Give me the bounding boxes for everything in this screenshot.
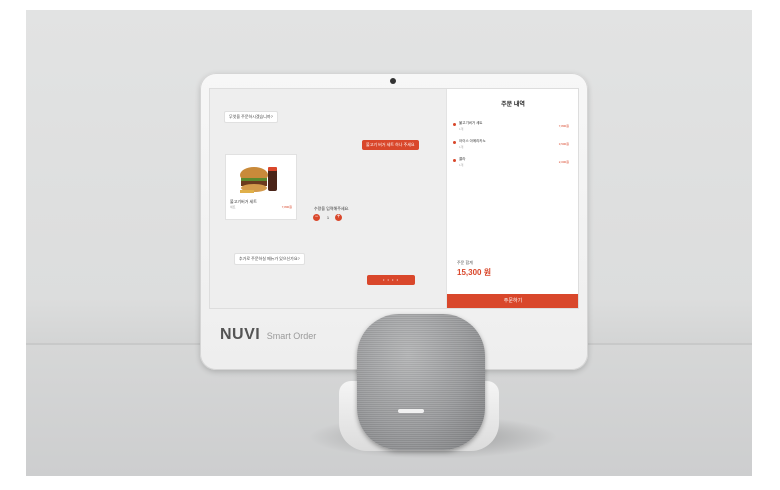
typing-dots: • • • • [383,277,399,282]
product-card[interactable]: 불고기버거 세트 세트 7,800원 [225,154,297,220]
quantity-value: 1 [326,215,330,220]
speaker-light-strip [398,409,424,413]
user-bubble-order: 불고기 버거 세트 하나 주세요 [362,140,419,150]
bullet-icon [453,123,456,126]
assistant-bubble-greeting: 무엇을 주문하시겠습니까? [224,111,278,123]
bullet-icon [453,159,456,162]
brand-subtitle: Smart Order [266,331,317,341]
product-price: 7,800원 [281,205,292,209]
plus-button[interactable]: + [335,214,342,221]
chat-panel: 무엇을 주문하시겠습니까? 불고기 버거 세트 하나 주세요 불고기버거 세트 … [210,89,446,308]
order-item-sub: 1개 [459,127,464,131]
order-panel: 주문 내역 불고기버거 세트 1개 7,800원 아이스 아메리카노 1개 3,… [446,89,578,308]
order-item-sub: 1개 [459,145,464,149]
chat-input[interactable]: • • • • [367,275,415,285]
speaker-dock [357,314,485,450]
order-item-name: 아이스 아메리카노 [459,139,486,143]
order-item: 아이스 아메리카노 1개 3,500원 [453,139,573,151]
order-item-price: 7,800원 [558,124,569,128]
order-item: 콜라 1개 2,000원 [453,157,573,169]
order-button[interactable]: 주문하기 [447,294,578,308]
product-photo: 무엇을 주문하시겠습니까? 불고기 버거 세트 하나 주세요 불고기버거 세트 … [26,10,752,476]
order-item-sub: 1개 [459,163,464,167]
tablet-screen: 무엇을 주문하시겠습니까? 불고기 버거 세트 하나 주세요 불고기버거 세트 … [209,88,579,309]
burger-image [240,167,277,193]
order-item: 불고기버거 세트 1개 7,800원 [453,121,573,133]
bullet-icon [453,141,456,144]
product-sub: 세트 [230,205,236,209]
quantity-stepper: − 1 + [313,214,343,222]
brand-logo: NUVI Smart Order [220,326,316,344]
order-item-name: 콜라 [459,157,466,161]
quantity-prompt: 수량을 입력해주세요. [314,206,350,211]
order-item-price: 3,500원 [558,142,569,146]
camera-icon [390,78,396,84]
order-title: 주문 내역 [501,102,525,108]
brand-name: NUVI [220,326,261,343]
minus-button[interactable]: − [313,214,320,221]
total-amount: 15,300 원 [457,268,492,277]
order-item-name: 불고기버거 세트 [459,121,483,125]
order-item-price: 2,000원 [558,160,569,164]
total-label: 주문 합계 [457,260,473,265]
assistant-bubble-more: 추가로 주문하실 메뉴가 있으신가요? [234,253,305,265]
